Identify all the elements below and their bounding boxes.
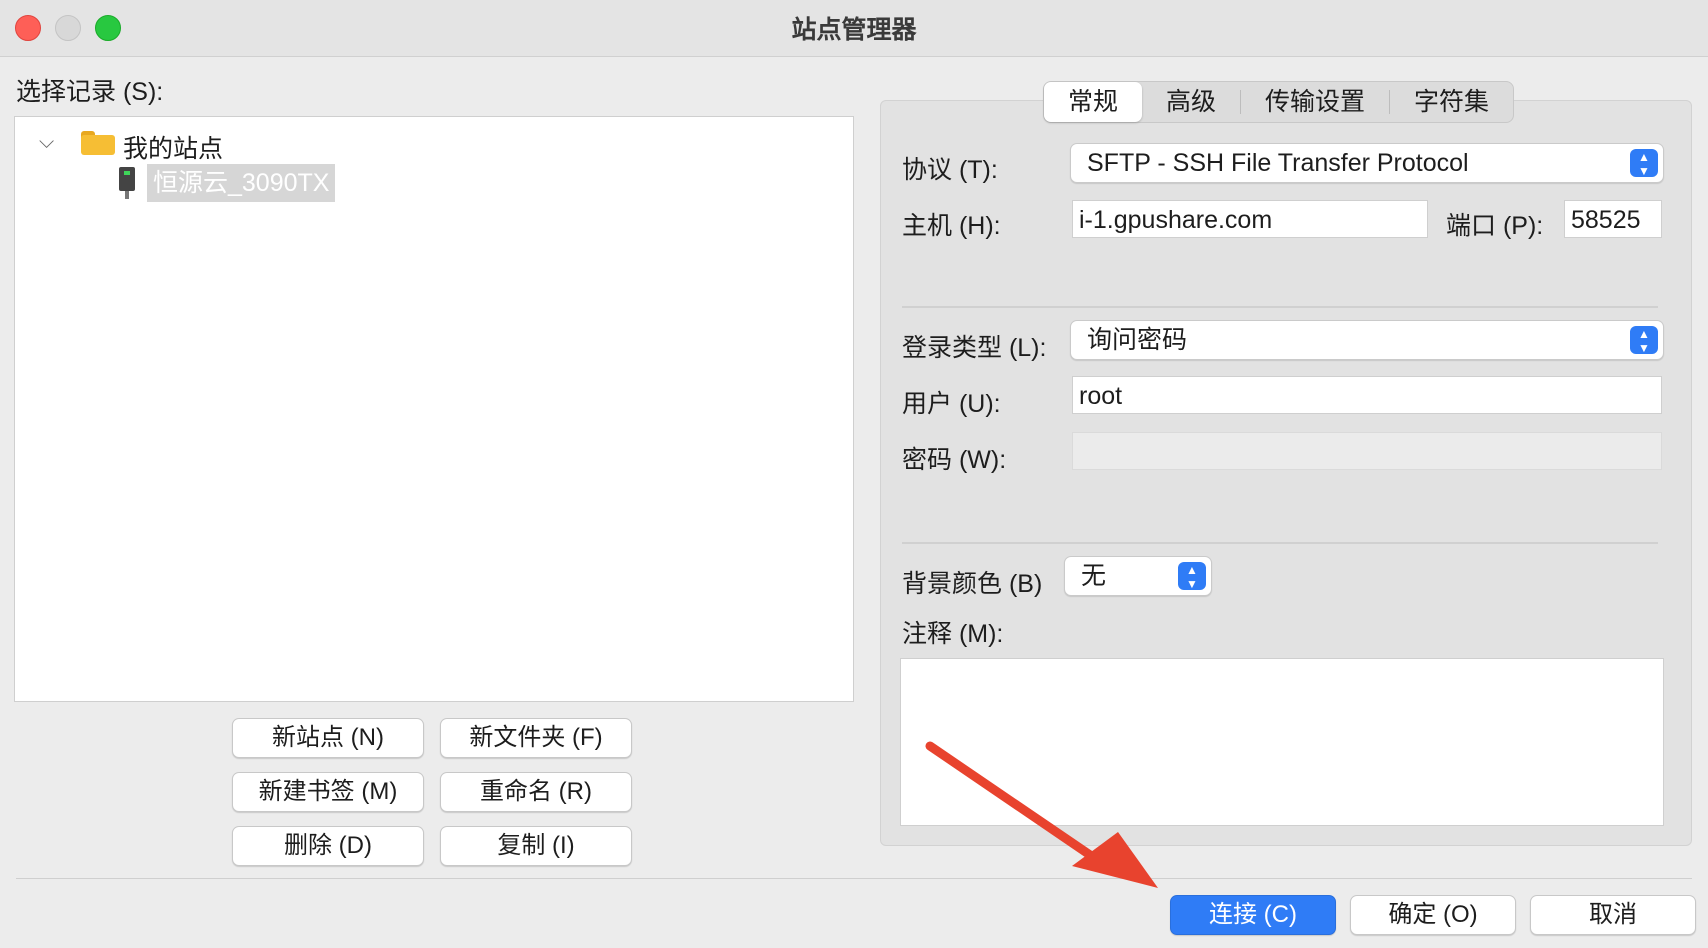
site-manager-window: 站点管理器 选择记录 (S): ⌵ 我的站点 恒源云_3090TX 新站点 (N… [0, 0, 1708, 948]
annotation-arrow [925, 741, 1158, 888]
